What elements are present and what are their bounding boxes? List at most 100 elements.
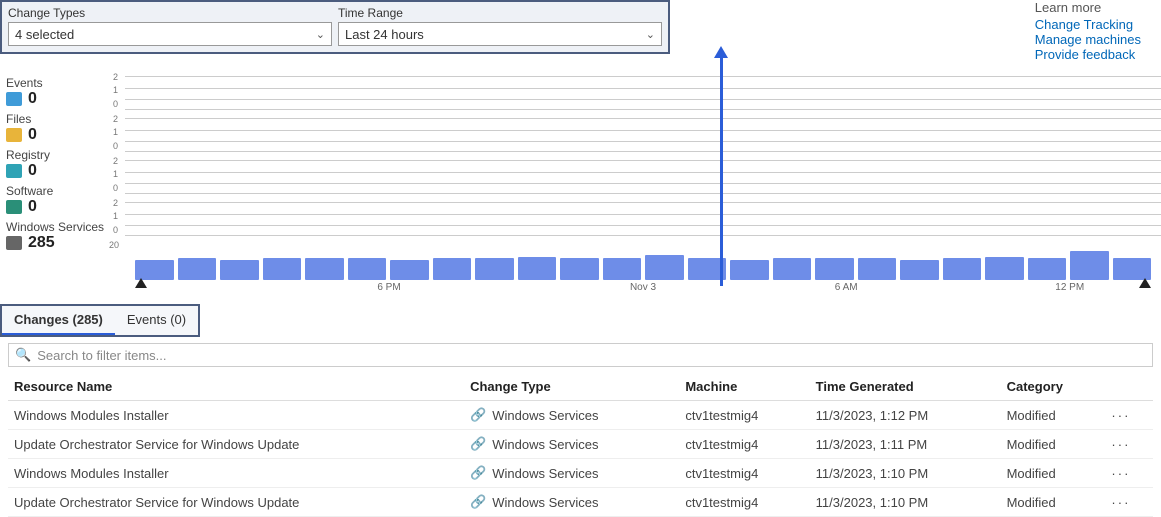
bar [985,257,1024,280]
cell-category: Modified [1001,488,1106,517]
row-actions-button[interactable]: ··· [1105,401,1153,430]
link-provide-feedback[interactable]: Provide feedback [1035,47,1141,62]
cell-category: Modified [1001,401,1106,430]
filter-bar: Change Types 4 selected ⌄ Time Range Las… [0,0,670,54]
bar [730,260,769,280]
cell-time: 11/3/2023, 1:12 PM [810,401,1001,430]
events-icon [6,92,22,106]
cell-change-type: Windows Services [492,495,598,510]
chevron-down-icon: ⌄ [316,28,325,41]
changes-table: Resource NameChange TypeMachineTime Gene… [8,373,1153,517]
tab-changes[interactable]: Changes (285) [2,306,115,335]
stat-value: 0 [28,126,37,144]
change-types-select[interactable]: 4 selected ⌄ [8,22,332,46]
time-range-select[interactable]: Last 24 hours ⌄ [338,22,662,46]
cell-machine: ctv1testmig4 [679,401,809,430]
table-row[interactable]: Windows Modules Installer 🔗 Windows Servi… [8,459,1153,488]
column-header[interactable]: Time Generated [810,373,1001,401]
range-handle-right[interactable] [1139,278,1151,288]
bar [900,260,939,280]
bar [943,258,982,280]
cell-resource-name: Windows Modules Installer [8,459,464,488]
sparkline-files[interactable]: 210 [125,118,1161,152]
stat-label: Windows Services [6,220,125,234]
learn-more-heading: Learn more [1035,0,1141,15]
stat-label: Events [6,76,125,90]
column-header[interactable]: Change Type [464,373,679,401]
column-header[interactable]: Category [1001,373,1106,401]
services-icon [6,236,22,250]
bar [1070,251,1109,280]
bar [645,255,684,280]
table-row[interactable]: Windows Modules Installer 🔗 Windows Servi… [8,401,1153,430]
chevron-down-icon: ⌄ [646,28,655,41]
sparkline-events[interactable]: 210 [125,76,1161,110]
bar [433,258,472,280]
cell-category: Modified [1001,430,1106,459]
stat-value: 285 [28,234,55,252]
bar-chart-windows-services[interactable]: 20 [125,244,1161,280]
link-change-tracking[interactable]: Change Tracking [1035,17,1141,32]
stats-sidebar: Events 0Files 0Registry 0Software 0Windo… [0,76,125,298]
search-icon: 🔍 [15,347,31,363]
table-row[interactable]: Update Orchestrator Service for Windows … [8,488,1153,517]
bar [1113,258,1152,280]
time-range-value: Last 24 hours [345,27,424,42]
services-icon: 🔗 [470,465,486,481]
cell-category: Modified [1001,459,1106,488]
bar [178,258,217,280]
stat-label: Software [6,184,125,198]
stat-value: 0 [28,198,37,216]
cell-change-type: Windows Services [492,437,598,452]
cell-time: 11/3/2023, 1:10 PM [810,488,1001,517]
row-actions-button[interactable]: ··· [1105,488,1153,517]
bar [815,258,854,280]
row-actions-button[interactable]: ··· [1105,430,1153,459]
bar [348,258,387,280]
software-icon [6,200,22,214]
bar [390,260,429,280]
range-handle-left[interactable] [135,278,147,288]
bar [1028,258,1067,280]
tab-events[interactable]: Events (0) [115,306,198,335]
cell-machine: ctv1testmig4 [679,459,809,488]
stat-label: Files [6,112,125,126]
cell-resource-name: Windows Modules Installer [8,401,464,430]
link-manage-machines[interactable]: Manage machines [1035,32,1141,47]
services-icon: 🔗 [470,494,486,510]
cell-change-type: Windows Services [492,408,598,423]
registry-icon [6,164,22,178]
cell-resource-name: Update Orchestrator Service for Windows … [8,430,464,459]
bar [263,258,302,280]
files-icon [6,128,22,142]
bar [560,258,599,280]
change-types-value: 4 selected [15,27,74,42]
bar [518,257,557,280]
table-row[interactable]: Update Orchestrator Service for Windows … [8,430,1153,459]
time-range-label: Time Range [338,6,662,20]
bar [475,258,514,280]
search-placeholder: Search to filter items... [37,348,166,363]
stat-value: 0 [28,90,37,108]
learn-more-panel: Learn more Change Tracking Manage machin… [1035,0,1141,62]
cell-time: 11/3/2023, 1:11 PM [810,430,1001,459]
cell-change-type: Windows Services [492,466,598,481]
search-input[interactable]: 🔍 Search to filter items... [8,343,1153,367]
services-icon: 🔗 [470,407,486,423]
bar [603,258,642,280]
services-icon: 🔗 [470,436,486,452]
cell-machine: ctv1testmig4 [679,488,809,517]
x-axis: 6 PM Nov 3 6 AM 12 PM [135,280,1151,298]
sparkline-registry[interactable]: 210 [125,160,1161,194]
sparkline-software[interactable]: 210 [125,202,1161,236]
cell-time: 11/3/2023, 1:10 PM [810,459,1001,488]
stat-label: Registry [6,148,125,162]
bar [305,258,344,280]
bar [220,260,259,280]
row-actions-button[interactable]: ··· [1105,459,1153,488]
time-marker-arrow [720,56,723,286]
cell-machine: ctv1testmig4 [679,430,809,459]
column-header[interactable]: Machine [679,373,809,401]
column-header[interactable]: Resource Name [8,373,464,401]
cell-resource-name: Update Orchestrator Service for Windows … [8,488,464,517]
